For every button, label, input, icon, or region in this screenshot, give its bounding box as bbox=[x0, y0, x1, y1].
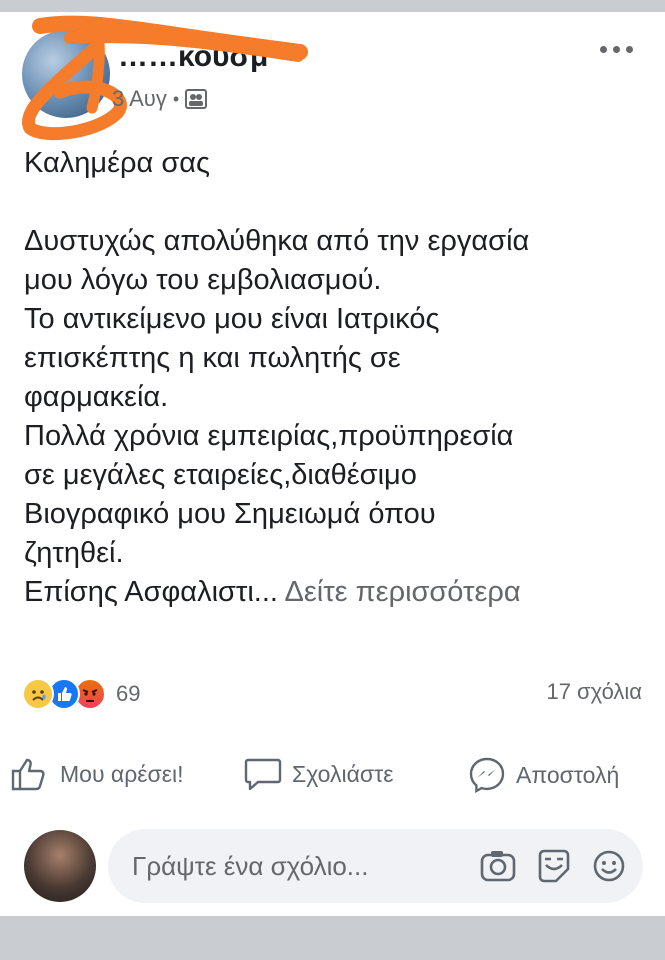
group-privacy-icon[interactable] bbox=[185, 89, 208, 109]
post-meta: 3 Αυγ • bbox=[112, 86, 208, 112]
comment-input-placeholder: Γράψτε ένα σχόλιο... bbox=[132, 851, 369, 881]
like-button[interactable]: Μου αρέσει! bbox=[10, 756, 184, 792]
bottom-separator bbox=[0, 916, 665, 960]
reaction-count: 69 bbox=[116, 681, 141, 706]
current-user-avatar[interactable] bbox=[24, 830, 96, 902]
comment-button-label: Σχολιάστε bbox=[292, 760, 394, 787]
camera-icon[interactable] bbox=[480, 849, 516, 888]
post-date[interactable]: 3 Αυγ bbox=[112, 86, 167, 112]
meta-separator: • bbox=[172, 88, 180, 109]
thumbs-up-icon bbox=[10, 756, 50, 792]
comment-button[interactable]: Σχολιάστε bbox=[244, 756, 393, 792]
send-button-label: Αποστολή bbox=[516, 761, 620, 788]
post-body: Καλημέρα σας Δυστυχώς απολύθηκα από την … bbox=[24, 144, 649, 612]
post-body-text: Καλημέρα σας Δυστυχώς απολύθηκα από την … bbox=[24, 147, 530, 569]
see-more-link[interactable]: Δείτε περισσότερα bbox=[284, 576, 520, 608]
send-button[interactable]: Αποστολή bbox=[468, 756, 619, 794]
redaction-scribble bbox=[22, 15, 308, 141]
like-button-label: Μου αρέσει! bbox=[60, 760, 184, 787]
comment-input[interactable]: Γράψτε ένα σχόλιο... bbox=[108, 829, 643, 903]
sad-reaction-icon bbox=[22, 678, 54, 710]
messenger-icon bbox=[468, 756, 506, 794]
comment-bubble-icon bbox=[244, 756, 282, 792]
emoji-icon[interactable] bbox=[592, 849, 626, 888]
reactions-summary[interactable]: 69 bbox=[22, 678, 140, 710]
post-last-line: Επίσης Ασφαλιστι... bbox=[24, 576, 278, 608]
post-action-bar: Μου αρέσει! Σχολιάστε Αποστολή bbox=[0, 738, 665, 810]
gif-sticker-icon[interactable] bbox=[536, 849, 572, 888]
comments-count-link[interactable]: 17 σχόλια bbox=[546, 679, 642, 705]
more-options-icon[interactable] bbox=[597, 38, 637, 62]
